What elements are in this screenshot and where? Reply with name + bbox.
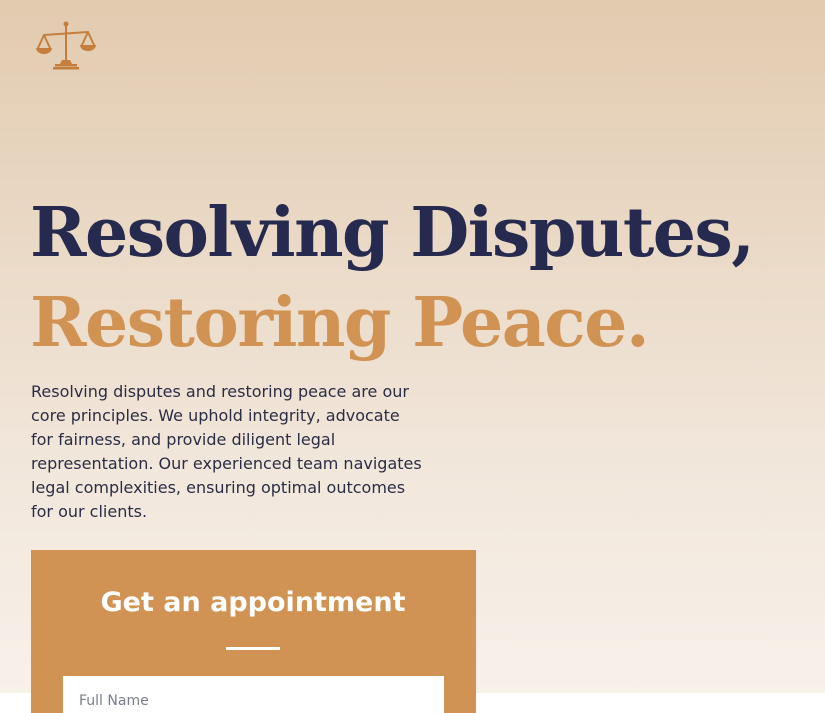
appointment-title: Get an appointment <box>100 587 406 618</box>
headline-line-2: Restoring Peace. <box>30 283 650 363</box>
title-divider <box>226 647 280 650</box>
full-name-input[interactable] <box>63 676 444 713</box>
logo[interactable] <box>35 20 97 70</box>
intro-paragraph: Resolving disputes and restoring peace a… <box>31 382 422 521</box>
hero-headline: Resolving Disputes, Restoring Peace. <box>30 188 755 368</box>
scales-of-justice-icon <box>36 21 96 70</box>
headline-line-1: Resolving Disputes, <box>30 193 755 273</box>
